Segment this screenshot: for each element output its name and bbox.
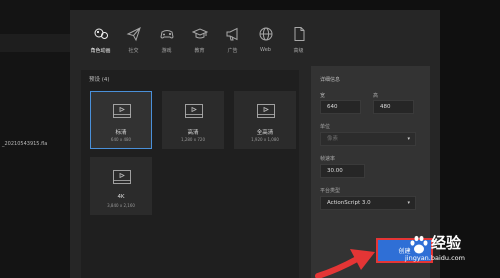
platform-value: ActionScript 3.0 (327, 200, 371, 206)
unit-label: 单位 (320, 124, 331, 130)
platform-select[interactable]: ActionScript 3.0 ▾ (320, 196, 416, 210)
chevron-down-icon: ▾ (407, 136, 410, 142)
tab-label: 游戏 (161, 48, 172, 54)
graduation-cap-icon (191, 28, 208, 39)
tab-ads[interactable]: 广告 (216, 24, 249, 64)
preset-name: 4K (117, 194, 125, 200)
preset-name: 全高清 (256, 130, 274, 136)
recent-row[interactable] (0, 34, 70, 52)
megaphone-icon (226, 27, 237, 41)
chevron-down-icon: ▾ (407, 200, 410, 206)
preset-size: 1,920 x 1,080 (251, 137, 279, 142)
tab-character-animation[interactable]: 角色动画 (84, 24, 117, 64)
presets-panel: 预设 (4) 标清 640 x 480 高清 1,280 x 720 全高清 1… (81, 70, 299, 278)
video-preset-icon (113, 170, 131, 184)
red-arrow-annotation (315, 249, 375, 278)
preset-size: 640 x 480 (110, 137, 132, 142)
watermark-url: jingyan.baidu.com (405, 254, 465, 262)
width-input[interactable]: 640 (320, 100, 361, 114)
tab-games[interactable]: 游戏 (150, 24, 183, 64)
presets-title: 预设 (4) (89, 77, 110, 83)
tab-label: 高级 (293, 48, 304, 54)
preset-card-sd[interactable]: 标清 640 x 480 (90, 91, 152, 149)
globe-icon (259, 27, 272, 41)
preset-card-fhd[interactable]: 全高清 1,920 x 1,080 (234, 91, 296, 149)
platform-label: 平台类型 (320, 188, 341, 194)
watermark-logo-text: 经验 (431, 234, 462, 252)
tab-label: 教育 (194, 48, 205, 54)
left-panel: _20210543915.fla (0, 0, 70, 278)
tab-label: 社交 (128, 48, 139, 54)
category-tabs: 角色动画 社交 游戏 教育 广告 Web 高级 (84, 24, 315, 64)
fps-input[interactable]: 30.00 (320, 164, 365, 178)
tab-advanced[interactable]: 高级 (282, 24, 315, 64)
preset-card-4k[interactable]: 4K 3,840 x 2,160 (90, 157, 152, 215)
width-label: 宽 (320, 93, 326, 99)
tab-label: Web (260, 47, 271, 53)
recent-file-name[interactable]: _20210543915.fla (2, 141, 47, 147)
preset-size: 3,840 x 2,160 (107, 203, 135, 208)
tab-social[interactable]: 社交 (117, 24, 150, 64)
video-preset-icon (113, 104, 131, 118)
unit-value: 像素 (327, 136, 339, 142)
tab-web[interactable]: Web (249, 24, 282, 64)
unit-select: 像素 ▾ (320, 132, 416, 146)
video-preset-icon (257, 104, 275, 118)
preset-name: 标清 (115, 130, 127, 136)
paw-logo-icon (410, 235, 428, 254)
tab-label: 角色动画 (90, 48, 111, 54)
height-input[interactable]: 480 (373, 100, 414, 114)
tab-label: 广告 (227, 48, 238, 54)
character-animation-icon (94, 28, 108, 39)
preset-name: 高清 (187, 130, 199, 136)
preset-size: 1,280 x 720 (181, 137, 205, 142)
paper-plane-icon (126, 27, 141, 42)
watermark: 经验 jingyan.baidu.com (405, 232, 500, 278)
document-icon (294, 27, 304, 41)
gamepad-icon (159, 30, 174, 39)
video-preset-icon (185, 104, 203, 118)
fps-label: 帧速率 (320, 156, 336, 162)
details-title: 详细信息 (320, 77, 341, 83)
tab-education[interactable]: 教育 (183, 24, 216, 64)
height-label: 高 (373, 93, 379, 99)
preset-card-hd[interactable]: 高清 1,280 x 720 (162, 91, 224, 149)
